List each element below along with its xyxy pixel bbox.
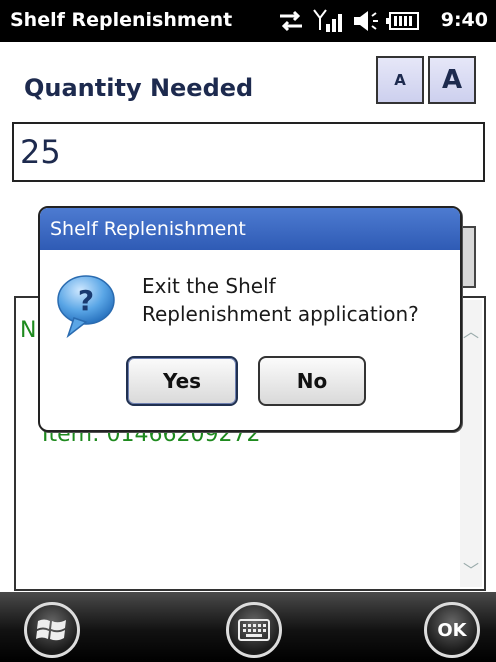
quantity-input[interactable]: 25 — [12, 122, 485, 182]
exit-confirm-dialog: Shelf Replenishment ? Exit the Shelf Rep… — [38, 206, 462, 432]
status-bar: Shelf Replenishment 9:40 — [0, 0, 496, 42]
yes-button[interactable]: Yes — [126, 356, 238, 406]
sync-icon[interactable] — [276, 8, 306, 38]
no-button[interactable]: No — [258, 356, 366, 406]
dialog-message: Exit the Shelf Replenishment application… — [142, 272, 452, 328]
signal-icon[interactable] — [312, 8, 346, 38]
scroll-down-icon[interactable]: ﹀ — [460, 557, 482, 583]
volume-icon[interactable] — [352, 8, 382, 38]
status-bar-time: 9:40 — [440, 9, 488, 31]
question-icon: ? — [52, 272, 120, 346]
keyboard-icon[interactable] — [226, 602, 282, 658]
svg-text:?: ? — [78, 284, 94, 317]
status-bar-title: Shelf Replenishment — [10, 9, 233, 31]
bottom-taskbar: OK — [0, 592, 496, 662]
log-line-1: N — [20, 318, 37, 343]
quantity-needed-label: Quantity Needed — [24, 74, 254, 102]
ok-button[interactable]: OK — [424, 602, 480, 658]
font-size-large-button[interactable]: A — [428, 56, 476, 104]
dialog-message-line-2: Replenishment application? — [142, 302, 419, 326]
scroll-up-icon[interactable]: ︿ — [460, 318, 482, 344]
windows-start-icon[interactable] — [24, 602, 80, 658]
battery-icon[interactable] — [386, 8, 422, 38]
dialog-title: Shelf Replenishment — [40, 208, 460, 250]
dialog-message-line-1: Exit the Shelf — [142, 274, 276, 298]
font-size-small-button[interactable]: A — [376, 56, 424, 104]
